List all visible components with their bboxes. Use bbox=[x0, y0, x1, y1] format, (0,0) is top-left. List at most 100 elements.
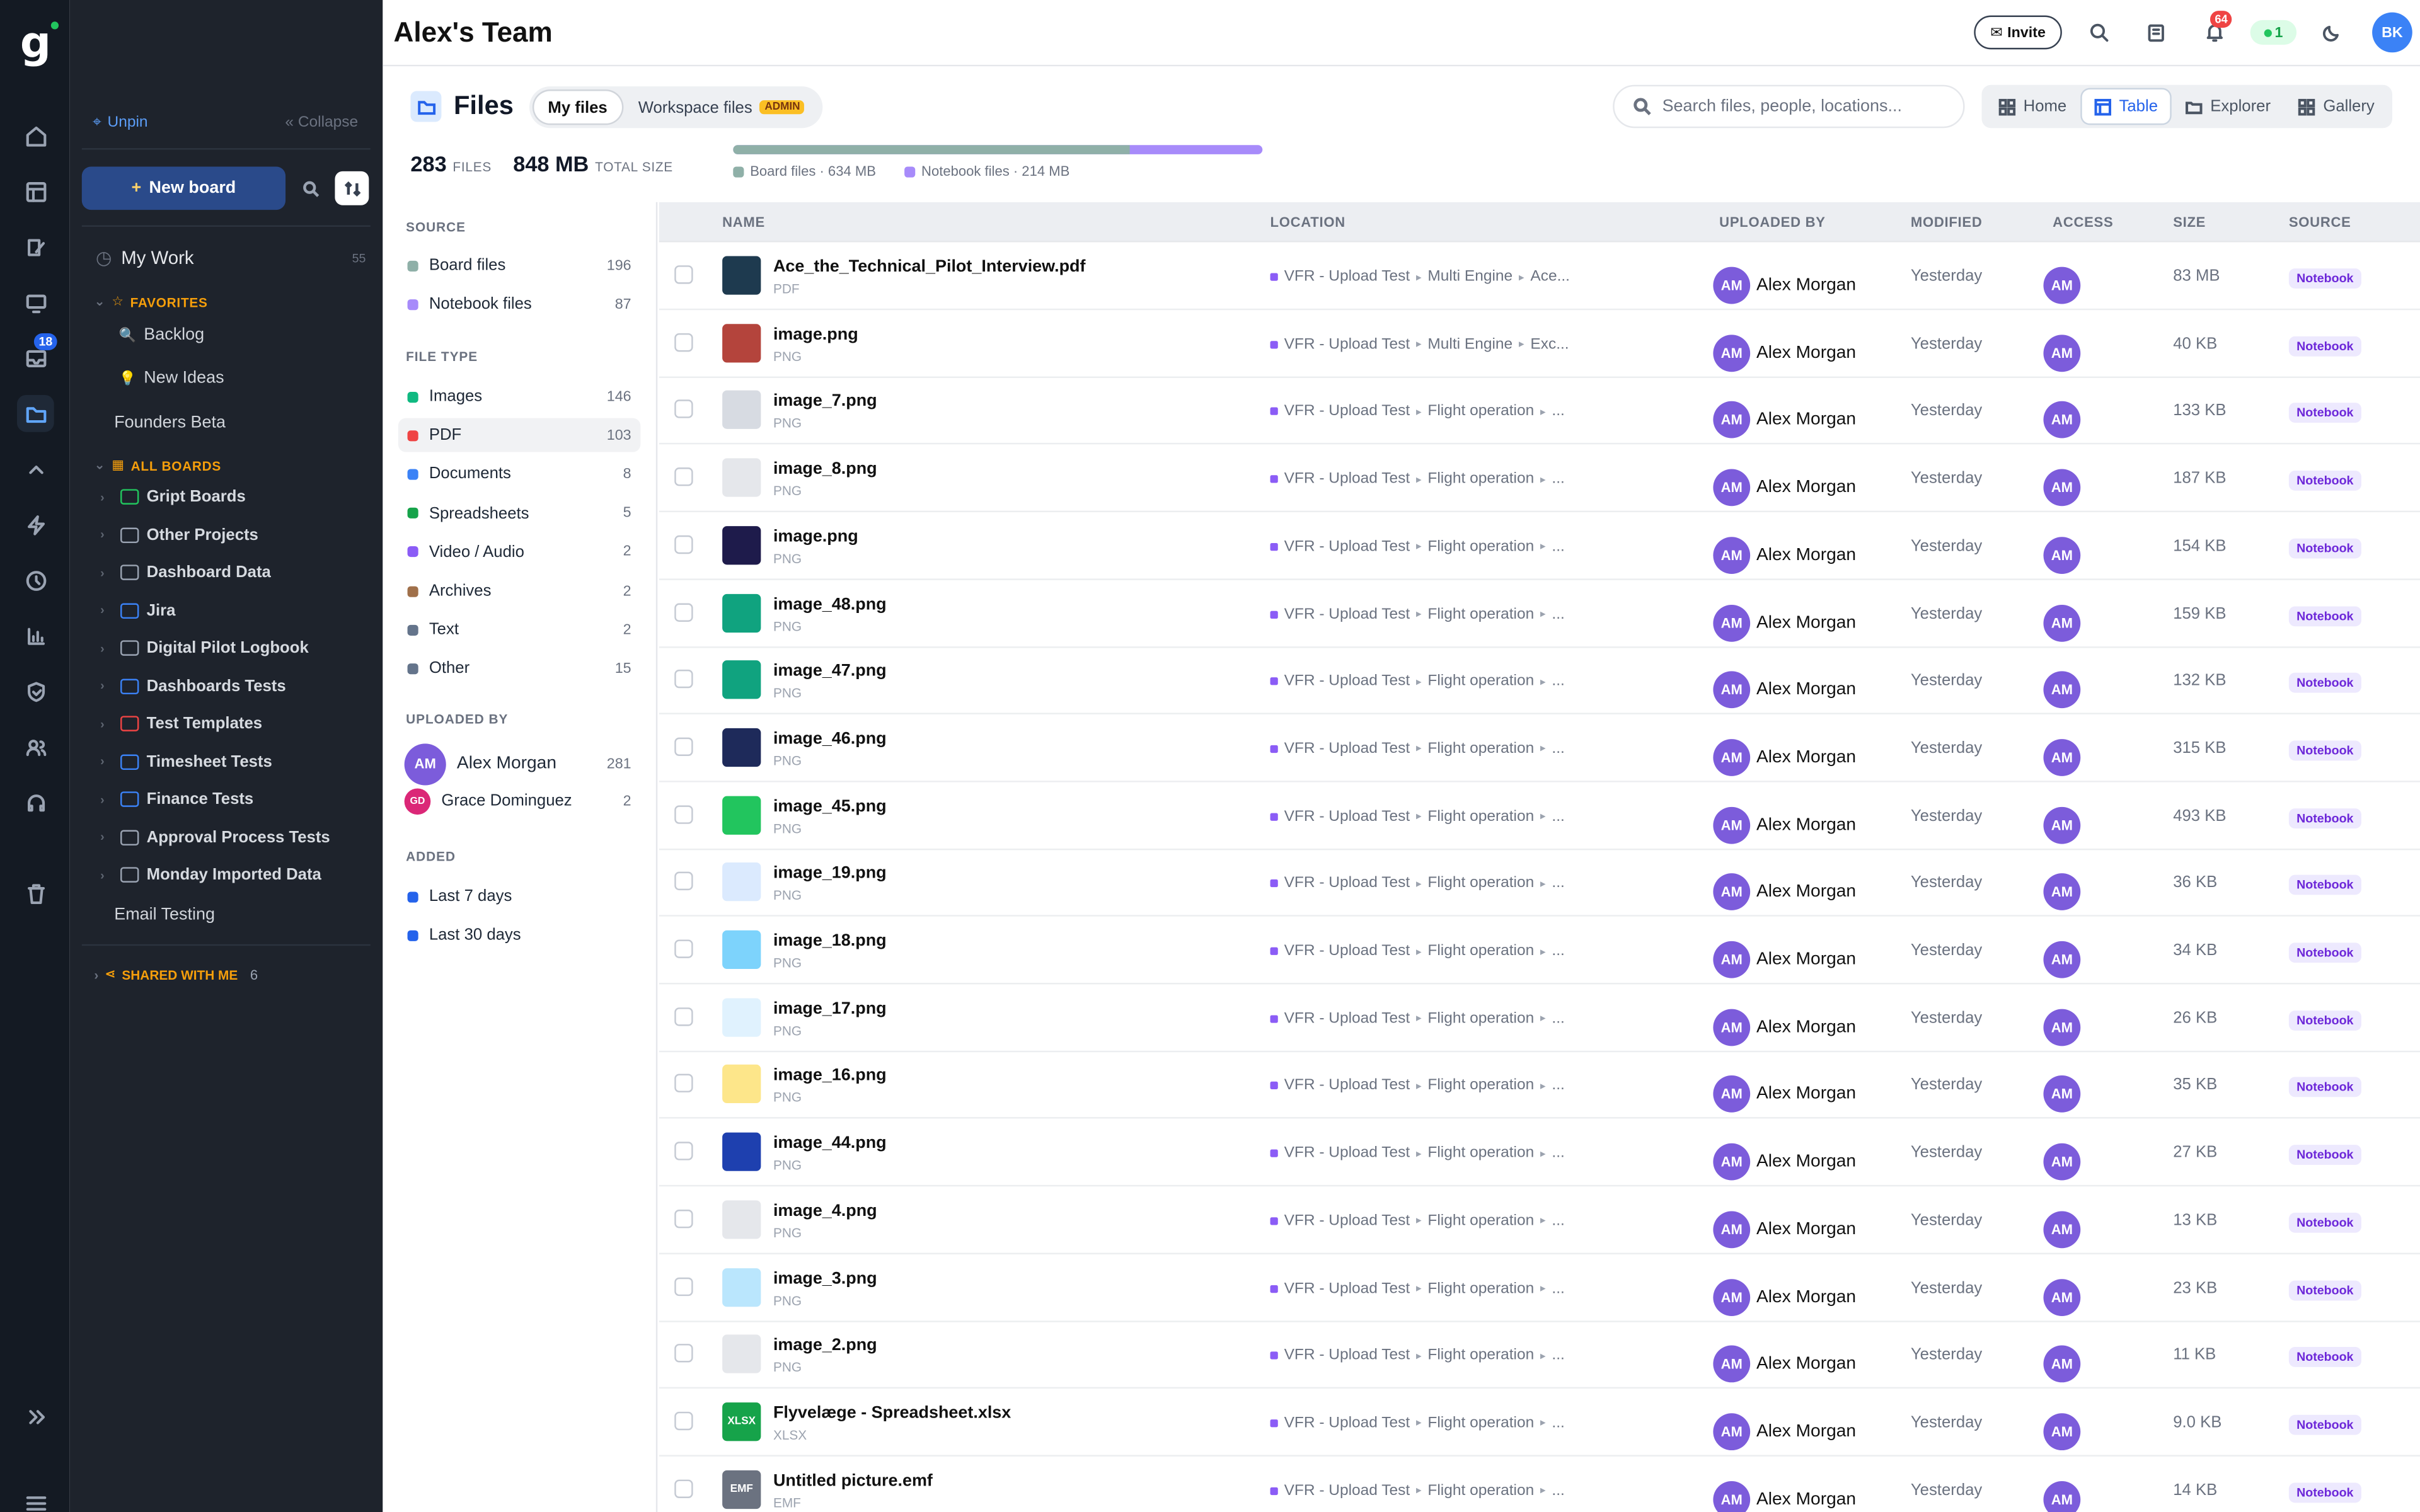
new-board-button[interactable]: + New board bbox=[81, 166, 286, 210]
settings-sliders-icon[interactable] bbox=[17, 1484, 54, 1512]
users-icon[interactable] bbox=[17, 728, 54, 765]
access-avatar[interactable]: AM bbox=[2043, 1345, 2081, 1383]
table-row[interactable]: image_18.png PNG VFR - Upload Test ▸ Flight … bbox=[659, 917, 2420, 985]
table-row[interactable]: image_7.png PNG VFR - Upload Test ▸ Flight o… bbox=[659, 377, 2420, 445]
table-row[interactable]: XLSX Flyvelæge - Spreadsheet.xlsx XLSX VFR … bbox=[659, 1389, 2420, 1457]
file-location[interactable]: VFR - Upload Test ▸ Flight operation ▸... bbox=[1270, 740, 1565, 757]
file-location[interactable]: VFR - Upload Test ▸ Flight operation ▸... bbox=[1270, 471, 1565, 488]
file-location[interactable]: VFR - Upload Test ▸ Multi Engine ▸ Ace... bbox=[1270, 268, 1570, 285]
filter-source-item[interactable]: Board files 196 bbox=[398, 248, 640, 282]
file-name[interactable]: image_48.png bbox=[773, 595, 887, 613]
access-avatar[interactable]: AM bbox=[2043, 1143, 2081, 1181]
access-avatar[interactable]: AM bbox=[2043, 1008, 2081, 1046]
row-checkbox[interactable] bbox=[674, 467, 693, 486]
sidebar-item-founders-beta[interactable]: Founders Beta bbox=[114, 413, 226, 432]
access-avatar[interactable]: AM bbox=[2043, 671, 2081, 709]
tab-workspace-files[interactable]: Workspace files ADMIN bbox=[625, 91, 819, 123]
file-location[interactable]: VFR - Upload Test ▸ Flight operation ▸... bbox=[1270, 1145, 1565, 1162]
access-avatar[interactable]: AM bbox=[2043, 1210, 2081, 1248]
unpin-button[interactable]: ⌖ Unpin bbox=[93, 114, 148, 131]
file-name[interactable]: image_46.png bbox=[773, 730, 887, 748]
table-row[interactable]: image_19.png PNG VFR - Upload Test ▸ Flight … bbox=[659, 849, 2420, 917]
file-name[interactable]: Untitled picture.emf bbox=[773, 1471, 933, 1489]
row-checkbox[interactable] bbox=[674, 400, 693, 419]
file-location[interactable]: VFR - Upload Test ▸ Flight operation ▸... bbox=[1270, 942, 1565, 959]
shared-with-me-section[interactable]: › ⋖ SHARED WITH ME 6 bbox=[94, 966, 258, 983]
row-checkbox[interactable] bbox=[674, 1209, 693, 1228]
sidebar-item-favorite[interactable]: 💡 New Ideas bbox=[119, 369, 224, 387]
file-location[interactable]: VFR - Upload Test ▸ Flight operation ▸... bbox=[1270, 538, 1565, 555]
table-row[interactable]: image_8.png PNG VFR - Upload Test ▸ Flight o… bbox=[659, 445, 2420, 513]
view-explorer-button[interactable]: Explorer bbox=[2173, 89, 2283, 123]
search-field[interactable]: Search files, people, locations... bbox=[1613, 84, 1965, 129]
filter-type-item[interactable]: Spreadsheets 5 bbox=[398, 496, 640, 530]
all-boards-section[interactable]: ⌄ ▦ ALL BOARDS bbox=[94, 457, 221, 474]
sidebar-item-board[interactable]: › Gript Boards bbox=[100, 488, 246, 506]
access-avatar[interactable]: AM bbox=[2043, 941, 2081, 978]
folder-icon[interactable] bbox=[16, 394, 54, 432]
file-location[interactable]: VFR - Upload Test ▸ Flight operation ▸... bbox=[1270, 1280, 1565, 1297]
access-avatar[interactable]: AM bbox=[2043, 1278, 2081, 1315]
tab-my-files[interactable]: My files bbox=[534, 91, 621, 123]
file-name[interactable]: image_17.png bbox=[773, 999, 887, 1017]
sidebar-item-board[interactable]: › Digital Pilot Logbook bbox=[100, 639, 309, 657]
filter-uploader-item[interactable]: GD Grace Dominguez 2 bbox=[398, 784, 640, 818]
access-avatar[interactable]: AM bbox=[2043, 604, 2081, 641]
table-row[interactable]: image_17.png PNG VFR - Upload Test ▸ Flight … bbox=[659, 984, 2420, 1052]
table-row[interactable]: image.png PNG VFR - Upload Test ▸ Flight ope… bbox=[659, 512, 2420, 580]
row-checkbox[interactable] bbox=[674, 872, 693, 891]
file-name[interactable]: image_44.png bbox=[773, 1134, 887, 1152]
sidebar-item-email-testing[interactable]: Email Testing bbox=[114, 906, 215, 924]
filter-type-item[interactable]: Video / Audio 2 bbox=[398, 535, 640, 569]
row-checkbox[interactable] bbox=[674, 602, 693, 621]
filter-type-item[interactable]: Archives 2 bbox=[398, 574, 640, 608]
moon-icon[interactable] bbox=[2318, 18, 2346, 46]
row-checkbox[interactable] bbox=[674, 1074, 693, 1093]
view-gallery-button[interactable]: Gallery bbox=[2286, 89, 2387, 123]
access-avatar[interactable]: AM bbox=[2043, 1413, 2081, 1450]
col-location[interactable]: LOCATION bbox=[1270, 214, 1345, 229]
edit-icon[interactable] bbox=[17, 228, 54, 265]
file-name[interactable]: image_7.png bbox=[773, 392, 877, 411]
filter-uploader-item[interactable]: AM Alex Morgan 281 bbox=[398, 743, 640, 785]
row-checkbox[interactable] bbox=[674, 1411, 693, 1430]
row-checkbox[interactable] bbox=[674, 1276, 693, 1295]
file-name[interactable]: image_19.png bbox=[773, 864, 887, 883]
access-avatar[interactable]: AM bbox=[2043, 873, 2081, 911]
file-name[interactable]: Ace_the_Technical_Pilot_Interview.pdf bbox=[773, 258, 1086, 276]
file-name[interactable]: Flyvelæge - Spreadsheet.xlsx bbox=[773, 1404, 1011, 1422]
sidebar-item-board[interactable]: › Other Projects bbox=[100, 525, 258, 544]
col-source[interactable]: SOURCE bbox=[2289, 214, 2351, 229]
access-avatar[interactable]: AM bbox=[2043, 1075, 2081, 1113]
col-name[interactable]: NAME bbox=[722, 214, 765, 229]
filter-type-item[interactable]: PDF 103 bbox=[398, 418, 641, 453]
file-location[interactable]: VFR - Upload Test ▸ Flight operation ▸... bbox=[1270, 1347, 1565, 1364]
chevron-up-icon[interactable] bbox=[17, 450, 54, 488]
online-indicator[interactable]: 1 bbox=[2250, 20, 2297, 45]
access-avatar[interactable]: AM bbox=[2043, 334, 2081, 372]
view-table-button[interactable]: Table bbox=[2082, 89, 2170, 123]
row-checkbox[interactable] bbox=[674, 535, 693, 554]
row-checkbox[interactable] bbox=[674, 1007, 693, 1026]
filter-added-item[interactable]: Last 30 days bbox=[398, 918, 640, 952]
access-avatar[interactable]: AM bbox=[2043, 469, 2081, 507]
layout-icon[interactable] bbox=[17, 173, 54, 210]
app-logo[interactable]: g bbox=[20, 21, 59, 67]
shield-icon[interactable] bbox=[17, 673, 54, 710]
access-avatar[interactable]: AM bbox=[2043, 536, 2081, 574]
file-name[interactable]: image_2.png bbox=[773, 1336, 877, 1354]
sidebar-item-my-work[interactable]: ◷ My Work 55 bbox=[96, 247, 366, 268]
filter-type-item[interactable]: Other 15 bbox=[398, 651, 640, 685]
sidebar-search-button[interactable] bbox=[293, 171, 327, 205]
filter-type-item[interactable]: Documents 8 bbox=[398, 457, 640, 491]
monitor-icon[interactable] bbox=[17, 284, 54, 321]
file-location[interactable]: VFR - Upload Test ▸ Flight operation ▸... bbox=[1270, 673, 1565, 690]
row-checkbox[interactable] bbox=[674, 670, 693, 689]
team-title[interactable]: Alex's Team bbox=[393, 17, 552, 49]
table-row[interactable]: image_44.png PNG VFR - Upload Test ▸ Flight … bbox=[659, 1119, 2420, 1187]
user-avatar[interactable]: BK bbox=[2372, 12, 2412, 53]
file-location[interactable]: VFR - Upload Test ▸ Flight operation ▸... bbox=[1270, 1414, 1565, 1431]
invite-button[interactable]: ✉ Invite bbox=[1974, 15, 2062, 50]
expand-icon[interactable] bbox=[17, 1398, 54, 1435]
access-avatar[interactable]: AM bbox=[2043, 1480, 2081, 1512]
